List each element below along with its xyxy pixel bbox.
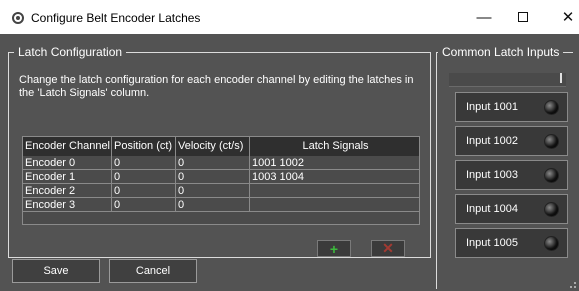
input-tile-1001[interactable]: Input 1001 [455, 92, 568, 122]
input-label: Input 1005 [466, 237, 518, 249]
input-label: Input 1003 [466, 169, 518, 181]
velocity-cell: 0 [176, 170, 250, 183]
table-row[interactable]: Encoder 0 0 0 1001 1002 [23, 156, 419, 170]
maximize-icon [518, 12, 528, 22]
position-cell: 0 [112, 184, 176, 197]
latch-configuration-title: Latch Configuration [14, 45, 127, 59]
cancel-button[interactable]: Cancel [109, 259, 197, 283]
remove-latch-button[interactable]: ✕ [371, 240, 405, 257]
table-row[interactable]: Encoder 1 0 0 1003 1004 [23, 170, 419, 184]
latch-signals-cell[interactable] [250, 198, 419, 211]
scrollbar-thumb[interactable] [560, 73, 562, 83]
input-tile-1005[interactable]: Input 1005 [455, 228, 568, 258]
dialog-body: Latch Configuration Change the latch con… [0, 34, 579, 291]
latch-signals-cell[interactable]: 1003 1004 [250, 170, 419, 183]
table-header: Encoder Channel Position (ct) Velocity (… [23, 137, 419, 156]
position-cell: 0 [112, 198, 176, 211]
latch-configuration-group: Latch Configuration Change the latch con… [8, 45, 431, 258]
velocity-cell: 0 [176, 198, 250, 211]
common-latch-inputs-group: Common Latch Inputs Input 1001 Input 100… [436, 45, 573, 289]
latch-signals-cell[interactable]: 1001 1002 [250, 156, 419, 169]
input-label: Input 1002 [466, 135, 518, 147]
window-title: Configure Belt Encoder Latches [31, 11, 201, 25]
led-indicator-icon [544, 168, 559, 183]
table-row[interactable]: Encoder 2 0 0 [23, 184, 419, 198]
save-button[interactable]: Save [12, 259, 100, 283]
resize-grip-icon[interactable] [570, 282, 576, 288]
latch-signals-cell[interactable] [250, 184, 419, 197]
add-latch-button[interactable]: + [317, 240, 351, 257]
column-header-velocity[interactable]: Velocity (ct/s) [176, 137, 250, 156]
encoder-channel-cell: Encoder 2 [23, 184, 112, 197]
common-latch-inputs-title: Common Latch Inputs [438, 45, 564, 59]
column-header-position[interactable]: Position (ct) [112, 137, 176, 156]
input-tile-1002[interactable]: Input 1002 [455, 126, 568, 156]
led-indicator-icon [544, 100, 559, 115]
led-indicator-icon [544, 134, 559, 149]
velocity-cell: 0 [176, 156, 250, 169]
position-cell: 0 [112, 156, 176, 169]
latch-description: Change the latch configuration for each … [19, 74, 414, 99]
input-label: Input 1004 [466, 203, 518, 215]
input-list-scroll-area[interactable] [449, 73, 566, 87]
encoder-channel-cell: Encoder 3 [23, 198, 112, 211]
input-tile-1004[interactable]: Input 1004 [455, 194, 568, 224]
velocity-cell: 0 [176, 184, 250, 197]
input-label: Input 1001 [466, 101, 518, 113]
table-row[interactable]: Encoder 3 0 0 [23, 198, 419, 212]
close-button[interactable]: ✕ [545, 0, 579, 34]
title-bar: Configure Belt Encoder Latches — ✕ [0, 0, 579, 34]
encoder-channel-cell: Encoder 0 [23, 156, 112, 169]
app-icon [12, 12, 24, 24]
position-cell: 0 [112, 170, 176, 183]
maximize-button[interactable] [500, 0, 546, 34]
column-header-latch-signals[interactable]: Latch Signals [250, 137, 419, 156]
input-tile-1003[interactable]: Input 1003 [455, 160, 568, 190]
x-icon: ✕ [382, 240, 394, 256]
led-indicator-icon [544, 236, 559, 251]
led-indicator-icon [544, 202, 559, 217]
latch-table[interactable]: Encoder Channel Position (ct) Velocity (… [22, 136, 420, 225]
plus-icon: + [329, 240, 339, 257]
encoder-channel-cell: Encoder 1 [23, 170, 112, 183]
column-header-encoder-channel[interactable]: Encoder Channel [23, 137, 112, 156]
